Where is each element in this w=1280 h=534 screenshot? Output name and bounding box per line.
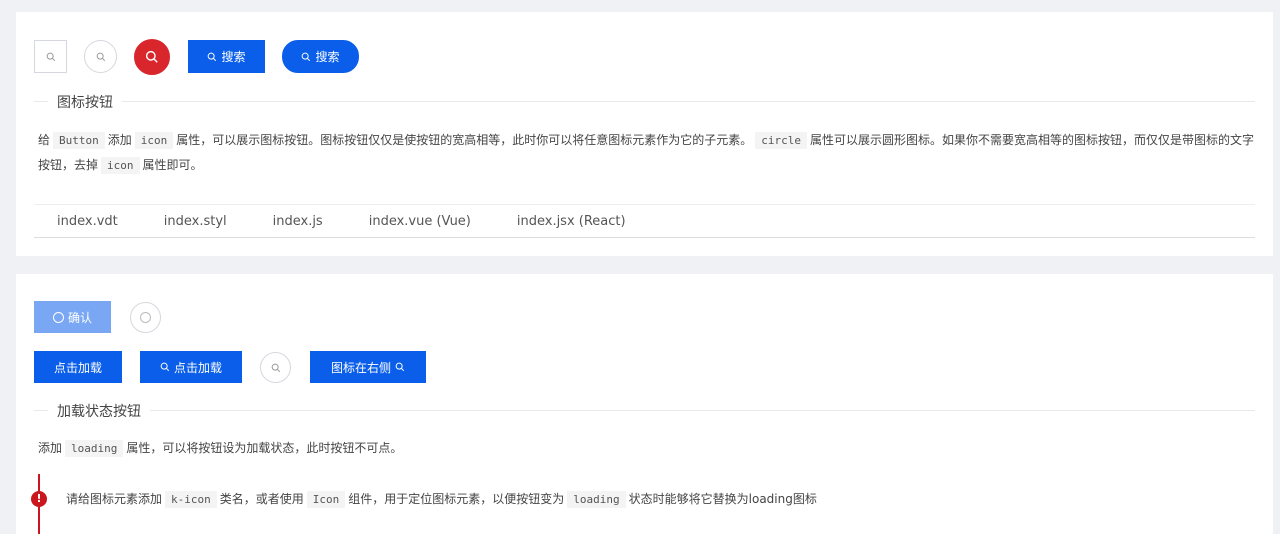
text: 添加 [107, 133, 132, 147]
icon-right-button[interactable]: 图标在右侧 [310, 351, 426, 383]
tab-styl[interactable]: index.styl [164, 214, 227, 229]
section-divider: 图标按钮 [34, 92, 1255, 112]
text: 添加 [38, 441, 63, 455]
loading-button-demo-card: 确认 点击加载 点击加载 图标在右侧 加载状态按钮 添加 loading 属性，可以… [16, 274, 1273, 534]
search-icon [271, 363, 281, 373]
search-pill-button[interactable]: 搜索 [282, 40, 359, 73]
text: 组件，用于定位图标元素，以便按钮变为 [348, 492, 565, 506]
description: 添加 loading 属性，可以将按钮设为加载状态，此时按钮不可点。 [38, 436, 1259, 461]
text: 请给图标元素添加 [66, 492, 163, 506]
confirm-label: 确认 [67, 310, 92, 325]
loading-circle-button[interactable] [130, 302, 161, 333]
code: Button [53, 132, 105, 149]
search-icon [46, 52, 56, 62]
icon-danger-circle-button[interactable] [134, 39, 170, 75]
loading-icon [52, 311, 64, 323]
code: k-icon [165, 491, 217, 508]
loading-icon [140, 312, 151, 323]
text: 状态时能够将它替换为loading图标 [628, 492, 817, 506]
warning-icon: ! [31, 491, 47, 507]
text: 给 [38, 133, 51, 147]
search-circle-button[interactable] [260, 352, 291, 383]
text: 属性，可以展示图标按钮。图标按钮仅仅是使按钮的宽高相等，此时你可以将任意图标元素… [176, 133, 753, 147]
code: loading [65, 440, 124, 457]
click-load-button[interactable]: 点击加载 [34, 351, 122, 383]
icon-button-demo-card: 搜索 搜索 图标按钮 给 Button 添加 icon 属性，可以展示图标按钮。图标按钮… [16, 12, 1273, 256]
search-icon [160, 362, 170, 372]
description: 给 Button 添加 icon 属性，可以展示图标按钮。图标按钮仅仅是使按钮的宽高相等… [38, 128, 1259, 178]
tab-js[interactable]: index.js [273, 214, 323, 229]
text: 类名，或者使用 [219, 492, 304, 506]
code: circle [755, 132, 808, 149]
section-title: 加载状态按钮 [48, 401, 150, 421]
code: loading [567, 491, 626, 508]
code: Icon [306, 491, 346, 508]
section-divider: 加载状态按钮 [34, 401, 1255, 421]
text: 属性，可以将按钮设为加载状态，此时按钮不可点。 [126, 441, 403, 455]
click-load-icon-button[interactable]: 点击加载 [140, 351, 242, 383]
tab-jsx[interactable]: index.jsx (React) [517, 214, 626, 229]
section-title: 图标按钮 [48, 92, 122, 112]
icon-circle-button[interactable] [84, 40, 117, 73]
code: icon [101, 157, 140, 174]
text: 属性即可。 [142, 158, 203, 172]
confirm-loading-button[interactable]: 确认 [34, 301, 111, 333]
tab-vue[interactable]: index.vue (Vue) [369, 214, 471, 229]
tab-vdt[interactable]: index.vdt [57, 214, 118, 229]
search-icon [395, 362, 405, 372]
search-icon [145, 50, 159, 64]
code: icon [134, 132, 174, 149]
search-button-label: 搜索 [221, 50, 246, 64]
search-icon [96, 52, 106, 62]
click-load-label: 点击加载 [53, 360, 102, 375]
code-tabs: index.vdt index.styl index.js index.vue … [34, 204, 1255, 238]
icon-square-button[interactable] [34, 40, 67, 73]
tip-text: 请给图标元素添加 k-icon 类名，或者使用 Icon 组件，用于定位图标元素，以便按… [66, 487, 1259, 512]
search-icon [301, 52, 311, 62]
click-load-icon-label: 点击加载 [173, 360, 222, 375]
icon-right-label: 图标在右侧 [330, 360, 391, 375]
search-button[interactable]: 搜索 [188, 40, 265, 73]
search-pill-label: 搜索 [315, 50, 340, 64]
search-icon [207, 52, 217, 62]
